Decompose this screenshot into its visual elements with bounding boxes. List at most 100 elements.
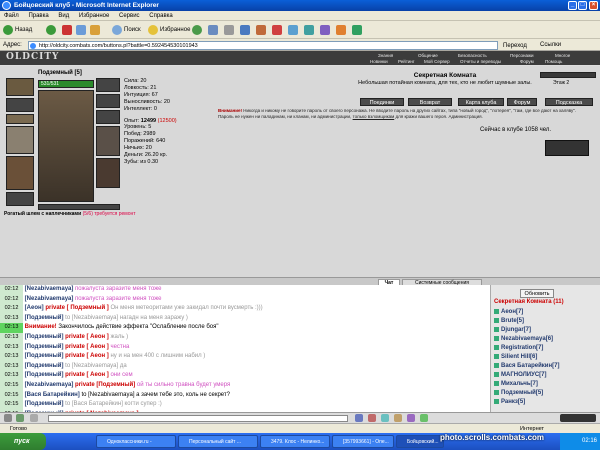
- user-list-item[interactable]: Djungar[7]: [494, 326, 559, 335]
- refresh-icon[interactable]: [76, 25, 86, 35]
- chat-private-tag[interactable]: private [ Аеон ]: [65, 344, 109, 350]
- nav-rating[interactable]: Рейтинг: [398, 59, 415, 64]
- chat-timestamp[interactable]: 02:12: [0, 285, 23, 295]
- user-list-item[interactable]: Silient Hill[6]: [494, 353, 559, 362]
- extra-icon-3[interactable]: [304, 25, 314, 35]
- chat-clear-icon[interactable]: [368, 414, 376, 422]
- nav-more[interactable]: Многое: [555, 53, 570, 58]
- print-icon[interactable]: [224, 25, 234, 35]
- close-button[interactable]: ×: [589, 1, 598, 10]
- minimize-button[interactable]: _: [568, 1, 577, 10]
- chat-sender[interactable]: [Подземный]: [25, 334, 64, 340]
- chat-sender[interactable]: Внимание!: [25, 324, 57, 330]
- menu-help[interactable]: Справка: [149, 11, 173, 21]
- chat-timestamp[interactable]: 02:13: [0, 371, 23, 381]
- user-list-item[interactable]: Brute[5]: [494, 317, 559, 326]
- maximize-button[interactable]: □: [578, 1, 587, 10]
- chat-timestamp[interactable]: 02:12: [0, 294, 23, 305]
- chat-send-icon[interactable]: [355, 414, 363, 422]
- mail-icon[interactable]: [208, 25, 218, 35]
- chat-timestamp[interactable]: 02:12: [0, 304, 23, 314]
- chat-sender[interactable]: [Подземный]: [25, 372, 64, 378]
- menu-favorites[interactable]: Избранное: [79, 11, 109, 21]
- chat-sender[interactable]: [Nezabivaemaya]: [25, 296, 74, 302]
- weapon-slot[interactable]: [6, 126, 34, 154]
- chat-private-tag[interactable]: private [ Аеон ]: [65, 353, 109, 359]
- start-button[interactable]: пуск: [0, 433, 46, 450]
- task-klos[interactable]: 3479. Клос - Нелинко...: [260, 435, 330, 448]
- nav-news[interactable]: Новинки: [370, 59, 388, 64]
- chat-private-tag[interactable]: private [ Аеон ]: [65, 334, 109, 340]
- nav-knowledge[interactable]: Знания: [378, 53, 393, 58]
- user-list-item[interactable]: Registration[7]: [494, 344, 559, 353]
- btn-fights[interactable]: Поединки: [360, 98, 404, 106]
- counter-badges[interactable]: [545, 140, 589, 156]
- user-list-item[interactable]: Nezabivaemaya[6]: [494, 335, 559, 344]
- user-list-item[interactable]: Ранкз[5]: [494, 398, 559, 407]
- btn-forum[interactable]: Форум: [507, 98, 537, 106]
- belt-slot[interactable]: [6, 192, 34, 206]
- chat-private-tag[interactable]: private [ Подземный ]: [45, 305, 109, 311]
- earring-slot[interactable]: [6, 98, 34, 112]
- extra-icon-4[interactable]: [320, 25, 330, 35]
- chat-timestamp[interactable]: 02:13: [0, 323, 23, 333]
- nav-reports[interactable]: Отчеты и переводы: [460, 59, 501, 64]
- chat-menu-icon[interactable]: [4, 414, 12, 422]
- extra-icon-5[interactable]: [336, 25, 346, 35]
- chat-filter-icon[interactable]: [381, 414, 389, 422]
- chat-sender[interactable]: [Аеон]: [25, 305, 44, 311]
- chat-input[interactable]: [48, 415, 348, 422]
- user-list-item[interactable]: Михальчь[7]: [494, 380, 559, 389]
- chat-timestamp[interactable]: 02:13: [0, 313, 23, 324]
- chat-timestamp[interactable]: 02:13: [0, 342, 23, 353]
- chat-timestamp[interactable]: 02:13: [0, 361, 23, 372]
- chat-sender[interactable]: [Подземный]: [25, 315, 64, 321]
- ring-slot-2[interactable]: [96, 110, 120, 124]
- user-list-item[interactable]: Вася Батарейкин[7]: [494, 362, 559, 371]
- nav-help[interactable]: Помощь: [545, 59, 562, 64]
- chat-settings-icon[interactable]: [30, 414, 38, 422]
- chat-sender[interactable]: [Nezabivaemaya]: [25, 286, 74, 292]
- nav-communication[interactable]: Общение: [418, 53, 438, 58]
- chat-sender[interactable]: [Вася Батарейкин]: [25, 392, 80, 398]
- address-input[interactable]: http://oldcity.combats.com/buttons.pl?ba…: [28, 41, 498, 50]
- shield-slot[interactable]: [96, 126, 120, 156]
- chat-timestamp[interactable]: 02:13: [0, 332, 23, 343]
- chat-sender[interactable]: [Подземный]: [25, 401, 64, 407]
- chat-sender[interactable]: [Подземный]: [25, 353, 64, 359]
- chat-timestamp[interactable]: 02:13: [0, 352, 23, 362]
- menu-file[interactable]: Файл: [4, 11, 19, 21]
- nav-characters[interactable]: Персонажи: [510, 53, 534, 58]
- user-list-item[interactable]: Подземный[5]: [494, 389, 559, 398]
- favorites-button[interactable]: Избранное: [148, 24, 190, 36]
- chat-sender[interactable]: [Подземный]: [25, 344, 64, 350]
- boots-slot[interactable]: [96, 158, 120, 188]
- edit-icon[interactable]: [240, 25, 250, 35]
- search-button[interactable]: Поиск: [112, 24, 141, 36]
- btn-return[interactable]: Возврат: [408, 98, 452, 106]
- menu-tools[interactable]: Сервис: [119, 11, 140, 21]
- armor-slot[interactable]: [6, 156, 34, 190]
- user-list-item[interactable]: Аеон[7]: [494, 308, 559, 317]
- chat-private-tag[interactable]: private [Подземный]: [75, 382, 135, 388]
- necklace-slot[interactable]: [6, 114, 34, 124]
- ring-slot-1[interactable]: [96, 94, 120, 108]
- nav-security[interactable]: Безопасность: [458, 53, 487, 58]
- links-button[interactable]: Ссылки: [540, 39, 561, 51]
- btn-hint[interactable]: Подсказка: [545, 98, 593, 106]
- chat-private-tag[interactable]: private [ Аеон ]: [65, 372, 109, 378]
- chat-timestamp[interactable]: 02:15: [0, 390, 23, 401]
- forward-arrow-icon[interactable]: [46, 25, 56, 35]
- chat-timestamp[interactable]: 02:15: [0, 400, 23, 410]
- messenger-icon[interactable]: [256, 25, 266, 35]
- site-logo[interactable]: OLDCITY: [6, 52, 59, 62]
- extra-icon-1[interactable]: [272, 25, 282, 35]
- menu-view[interactable]: Вид: [58, 11, 69, 21]
- menu-edit[interactable]: Правка: [28, 11, 48, 21]
- chat-smile-icon[interactable]: [16, 414, 24, 422]
- chat-translit-icon[interactable]: [394, 414, 402, 422]
- chat-extra-icon[interactable]: [420, 414, 428, 422]
- chat-timestamp[interactable]: 02:15: [0, 380, 23, 391]
- helmet-slot[interactable]: [6, 78, 34, 96]
- chat-speed-icon[interactable]: [407, 414, 415, 422]
